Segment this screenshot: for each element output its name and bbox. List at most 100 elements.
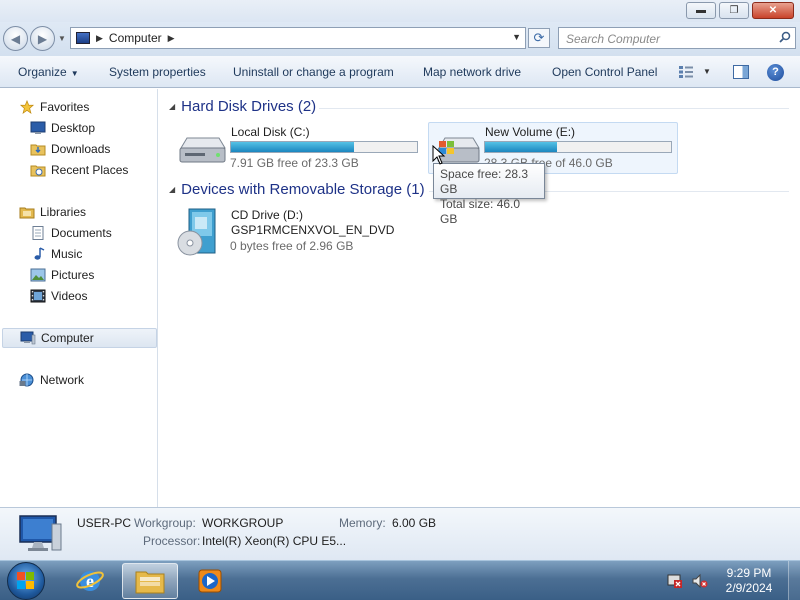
drive-tooltip: Space free: 28.3 GB Total size: 46.0 GB <box>433 163 545 226</box>
preview-pane-icon[interactable] <box>733 65 749 79</box>
taskbar-media-player[interactable] <box>182 563 238 599</box>
drive-d-free-space: 0 bytes free of 2.96 GB <box>230 239 354 253</box>
pictures-icon <box>30 268 46 282</box>
back-button[interactable]: ◀ <box>3 26 28 51</box>
hard-drive-icon <box>179 137 226 163</box>
forward-button[interactable]: ▶ <box>30 26 55 51</box>
nav-videos-label: Videos <box>51 289 88 303</box>
nav-recent-places-label: Recent Places <box>51 163 129 177</box>
window-controls: ▬ ❐ ✕ <box>686 2 794 19</box>
help-icon[interactable]: ? <box>767 64 784 81</box>
organize-button[interactable]: Organize ▼ <box>18 65 79 79</box>
drive-e-usage-fill <box>485 142 557 152</box>
hard-disk-drives-header[interactable]: ◢ Hard Disk Drives (2) <box>169 98 316 115</box>
libraries-icon <box>19 207 35 219</box>
group-divider <box>319 108 789 109</box>
close-button[interactable]: ✕ <box>752 2 794 19</box>
processor-value: Intel(R) Xeon(R) CPU E5... <box>202 534 347 548</box>
recent-places-icon <box>30 165 46 177</box>
star-icon <box>19 100 35 114</box>
forward-arrow-icon: ▶ <box>37 31 48 46</box>
desktop-icon <box>30 121 46 134</box>
drive-c-usage-bar <box>230 141 418 153</box>
nav-libraries[interactable]: Libraries <box>0 202 157 222</box>
maximize-button[interactable]: ❐ <box>719 2 749 19</box>
collapse-triangle-icon: ◢ <box>169 102 176 111</box>
open-control-panel-button[interactable]: Open Control Panel <box>552 65 657 79</box>
start-button[interactable] <box>7 562 45 600</box>
refresh-icon: ⟳ <box>533 30 545 45</box>
windows-explorer-folder-icon <box>135 571 165 594</box>
tooltip-space-free: Space free: 28.3 GB <box>440 167 529 196</box>
removable-storage-title: Devices with Removable Storage (1) <box>181 181 425 198</box>
nav-pictures[interactable]: Pictures <box>0 265 157 285</box>
minimize-button[interactable]: ▬ <box>686 2 716 19</box>
nav-music-label: Music <box>51 247 83 261</box>
clock-date: 2/9/2024 <box>725 581 773 595</box>
downloads-folder-icon <box>30 144 46 156</box>
address-row: ◀ ▶ ▼ ▶ Computer ▶ ▼ ⟳ Search Computer <box>0 22 800 56</box>
system-properties-button[interactable]: System properties <box>109 65 206 79</box>
workgroup-value: WORKGROUP <box>202 516 284 530</box>
nav-libraries-label: Libraries <box>40 205 87 219</box>
search-input[interactable]: Search Computer <box>558 27 796 49</box>
dvd-drive-icon <box>177 208 216 256</box>
network-icon <box>19 373 34 387</box>
refresh-button[interactable]: ⟳ <box>528 28 550 48</box>
content-pane: ◢ Hard Disk Drives (2) Local Disk (C:) 7… <box>159 89 800 507</box>
breadcrumb-computer[interactable]: Computer <box>109 31 162 45</box>
drive-d-name: CD Drive (D:) <box>231 208 303 222</box>
views-chevron-down-icon[interactable]: ▼ <box>703 67 711 76</box>
nav-recent-places[interactable]: Recent Places <box>0 160 157 180</box>
drive-c-name: Local Disk (C:) <box>231 125 310 139</box>
processor-label: Processor: <box>143 534 201 548</box>
nav-music[interactable]: Music <box>0 244 157 264</box>
nav-computer-label: Computer <box>41 331 94 345</box>
address-bar[interactable]: ▶ Computer ▶ ▼ <box>70 27 526 49</box>
nav-pictures-label: Pictures <box>51 268 95 282</box>
breadcrumb-chevron-icon[interactable]: ▶ <box>168 33 175 44</box>
nav-favorites-label: Favorites <box>40 100 90 114</box>
search-placeholder: Search Computer <box>566 32 661 46</box>
collapse-triangle-icon: ◢ <box>169 185 176 194</box>
recent-pages-dropdown[interactable]: ▼ <box>58 34 66 43</box>
change-view-icon[interactable] <box>678 65 694 79</box>
windows-logo-icon <box>17 572 34 589</box>
nav-videos[interactable]: Videos <box>0 286 157 306</box>
action-center-flag-icon[interactable] <box>667 573 683 589</box>
nav-computer[interactable]: Computer <box>2 328 157 348</box>
nav-desktop-label: Desktop <box>51 121 96 135</box>
system-clock[interactable]: 9:29 PM 2/9/2024 <box>715 566 783 596</box>
details-pane: USER-PC Workgroup: WORKGROUP Memory: 6.0… <box>0 507 800 560</box>
volume-muted-icon[interactable] <box>692 573 708 589</box>
taskbar-windows-explorer[interactable] <box>122 563 178 599</box>
media-player-icon <box>198 569 222 593</box>
removable-storage-header[interactable]: ◢ Devices with Removable Storage (1) <box>169 181 425 198</box>
title-bar: ▬ ❐ ✕ <box>0 0 800 22</box>
drive-d-label: GSP1RMCENXVOL_EN_DVD <box>231 223 395 237</box>
nav-documents[interactable]: Documents <box>0 223 157 243</box>
nav-network[interactable]: Network <box>0 370 157 390</box>
nav-favorites[interactable]: Favorites <box>0 97 157 117</box>
search-icon[interactable] <box>779 31 791 43</box>
nav-desktop[interactable]: Desktop <box>0 118 157 138</box>
videos-icon <box>30 289 46 303</box>
nav-documents-label: Documents <box>51 226 112 240</box>
memory-value: 6.00 GB <box>392 516 437 530</box>
drive-e-usage-bar <box>484 141 672 153</box>
computer-name: USER-PC <box>77 516 132 530</box>
breadcrumb-chevron-icon[interactable]: ▶ <box>96 33 103 44</box>
nav-downloads[interactable]: Downloads <box>0 139 157 159</box>
show-desktop-button[interactable] <box>788 561 800 600</box>
uninstall-program-button[interactable]: Uninstall or change a program <box>233 65 394 79</box>
memory-label: Memory: <box>339 516 386 530</box>
drive-c-free-space: 7.91 GB free of 23.3 GB <box>230 156 359 170</box>
taskbar-internet-explorer[interactable]: e <box>62 563 118 599</box>
computer-icon <box>76 32 90 44</box>
computer-large-icon <box>19 515 62 551</box>
map-network-drive-button[interactable]: Map network drive <box>423 65 521 79</box>
music-icon <box>34 247 45 260</box>
address-dropdown-icon[interactable]: ▼ <box>512 32 521 42</box>
drive-c-usage-fill <box>231 142 354 152</box>
nav-network-label: Network <box>40 373 85 387</box>
